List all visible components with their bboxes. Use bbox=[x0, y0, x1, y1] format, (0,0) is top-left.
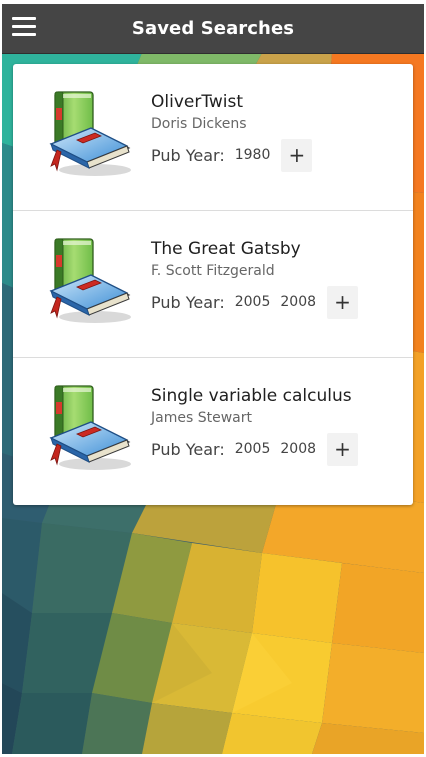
book-author: Doris Dickens bbox=[151, 116, 247, 132]
saved-search-item[interactable]: The Great Gatsby F. Scott Fitzgerald Pub Y… bbox=[13, 211, 413, 358]
app-screen: Saved Searches OliverTwist Doris Dickens… bbox=[2, 4, 424, 754]
add-year-button[interactable]: + bbox=[327, 285, 359, 319]
pub-year-label: Pub Year: bbox=[151, 439, 225, 459]
book-title: OliverTwist bbox=[151, 92, 244, 112]
saved-search-item[interactable]: Single variable calculus James Stewart Pub… bbox=[13, 358, 413, 505]
book-author: James Stewart bbox=[151, 410, 252, 426]
pub-year-label: Pub Year: bbox=[151, 145, 225, 165]
book-icon bbox=[43, 237, 135, 327]
app-header: Saved Searches bbox=[2, 4, 424, 54]
pub-year-value: 2008 bbox=[280, 294, 317, 310]
saved-searches-list: OliverTwist Doris Dickens Pub Year: 1980 + bbox=[13, 64, 413, 505]
book-icon bbox=[43, 90, 135, 180]
book-title: The Great Gatsby bbox=[151, 239, 301, 259]
search-info: Single variable calculus James Stewart Pub… bbox=[151, 386, 403, 466]
book-icon bbox=[43, 384, 135, 474]
pub-year-label: Pub Year: bbox=[151, 292, 225, 312]
add-year-button[interactable]: + bbox=[281, 138, 313, 172]
pub-year-row: Pub Year: 2005 2008 + bbox=[151, 285, 403, 319]
pub-year-value: 2005 bbox=[234, 441, 271, 457]
book-author: F. Scott Fitzgerald bbox=[151, 263, 275, 279]
pub-year-row: Pub Year: 2005 2008 + bbox=[151, 432, 403, 466]
pub-year-value: 2008 bbox=[280, 441, 317, 457]
pub-year-row: Pub Year: 1980 + bbox=[151, 138, 403, 172]
search-info: The Great Gatsby F. Scott Fitzgerald Pub Y… bbox=[151, 239, 403, 319]
page-title: Saved Searches bbox=[131, 18, 295, 39]
add-year-button[interactable]: + bbox=[327, 432, 359, 466]
saved-search-item[interactable]: OliverTwist Doris Dickens Pub Year: 1980 + bbox=[13, 64, 413, 211]
pub-year-value: 1980 bbox=[234, 147, 271, 163]
book-title: Single variable calculus bbox=[151, 386, 352, 406]
pub-year-value: 2005 bbox=[234, 294, 271, 310]
search-info: OliverTwist Doris Dickens Pub Year: 1980 + bbox=[151, 92, 403, 172]
